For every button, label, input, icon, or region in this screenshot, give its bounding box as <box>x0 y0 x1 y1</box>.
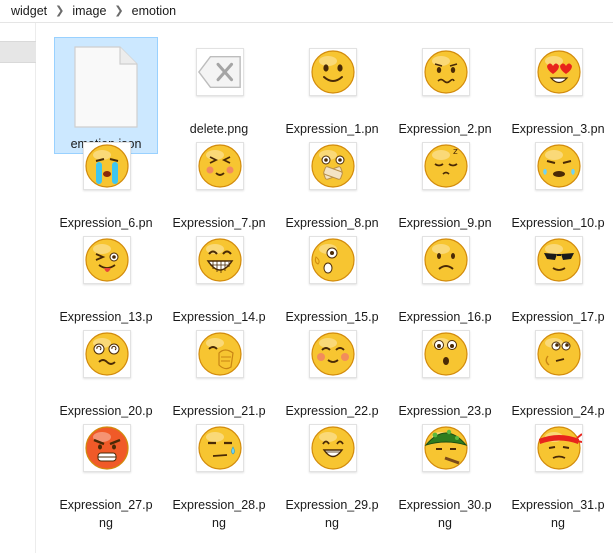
file-item[interactable]: Expression_16.png <box>393 225 497 342</box>
emoji-sleep-icon: z <box>420 140 472 192</box>
emoji-thinking-icon <box>533 328 585 380</box>
chevron-right-icon[interactable]: ❯ <box>50 0 69 22</box>
emoji-grin-icon <box>194 234 246 286</box>
json-file-icon <box>74 46 138 128</box>
file-item[interactable]: zExpression_9.png <box>393 131 497 248</box>
navigation-pane[interactable] <box>0 23 36 553</box>
emoji-hearts-icon <box>533 46 585 98</box>
emoji-sad-icon <box>420 234 472 286</box>
file-name: Expression_28.png <box>172 498 266 530</box>
nav-item-selected[interactable] <box>0 41 36 63</box>
emoji-bandage-icon <box>307 140 359 192</box>
breadcrumb-image[interactable]: image <box>69 0 109 22</box>
chevron-right-icon[interactable]: ❯ <box>109 0 128 22</box>
emoji-shy-icon <box>194 140 246 192</box>
file-item[interactable]: Expression_17.png <box>506 225 610 342</box>
file-list[interactable]: emotion.jsondelete.pngExpression_1.pngEx… <box>37 23 613 553</box>
file-item[interactable]: Expression_20.png <box>54 319 158 436</box>
file-item[interactable]: Expression_23.png <box>393 319 497 436</box>
file-item[interactable]: Expression_6.png <box>54 131 158 248</box>
emoji-sweat-icon <box>194 422 246 474</box>
file-item[interactable]: Expression_15.png <box>280 225 384 342</box>
svg-text:z: z <box>453 147 458 157</box>
emoji-angry-icon <box>81 422 133 474</box>
file-name: Expression_30.png <box>398 498 492 530</box>
file-item[interactable]: Expression_24.png <box>506 319 610 436</box>
file-name: Expression_31.png <box>511 498 605 530</box>
file-item[interactable]: Expression_7.png <box>167 131 271 248</box>
file-item[interactable]: Expression_13.png <box>54 225 158 342</box>
emoji-worried-icon <box>420 46 472 98</box>
emoji-blush-icon <box>307 328 359 380</box>
breadcrumb-widget[interactable]: widget <box>8 0 50 22</box>
file-item[interactable]: delete.png <box>167 37 271 136</box>
file-item[interactable]: Expression_21.png <box>167 319 271 436</box>
file-item[interactable]: Expression_3.png <box>506 37 610 154</box>
file-item[interactable]: Expression_31.png <box>506 413 610 530</box>
delete-thumbnail-icon <box>194 46 246 98</box>
emoji-soldier-icon <box>420 422 472 474</box>
breadcrumb: widget ❯ image ❯ emotion <box>0 0 613 23</box>
emoji-facepalm-icon <box>194 328 246 380</box>
file-item[interactable]: Expression_8.png <box>280 131 384 248</box>
file-item[interactable]: Expression_10.png <box>506 131 610 248</box>
file-name: Expression_27.png <box>59 498 153 530</box>
file-item[interactable]: Expression_28.png <box>167 413 271 530</box>
file-item[interactable]: Expression_22.png <box>280 319 384 436</box>
file-item[interactable]: Expression_14.png <box>167 225 271 342</box>
file-item[interactable]: Expression_30.png <box>393 413 497 530</box>
file-item[interactable]: Expression_27.png <box>54 413 158 530</box>
emoji-dizzy-icon <box>81 328 133 380</box>
file-item[interactable]: Expression_29.png <box>280 413 384 530</box>
emoji-tongue-icon <box>81 234 133 286</box>
emoji-surprised-icon <box>420 328 472 380</box>
file-item[interactable]: Expression_2.png <box>393 37 497 154</box>
emoji-cry-icon <box>81 140 133 192</box>
emoji-cool-icon <box>533 234 585 286</box>
emoji-annoyed-icon <box>533 140 585 192</box>
emoji-happy-icon <box>307 422 359 474</box>
emoji-smile-icon <box>307 46 359 98</box>
breadcrumb-emotion[interactable]: emotion <box>129 0 179 22</box>
file-name: Expression_29.png <box>285 498 379 530</box>
emoji-headband-icon <box>533 422 585 474</box>
file-item[interactable]: Expression_1.png <box>280 37 384 154</box>
emoji-shocked-icon <box>307 234 359 286</box>
